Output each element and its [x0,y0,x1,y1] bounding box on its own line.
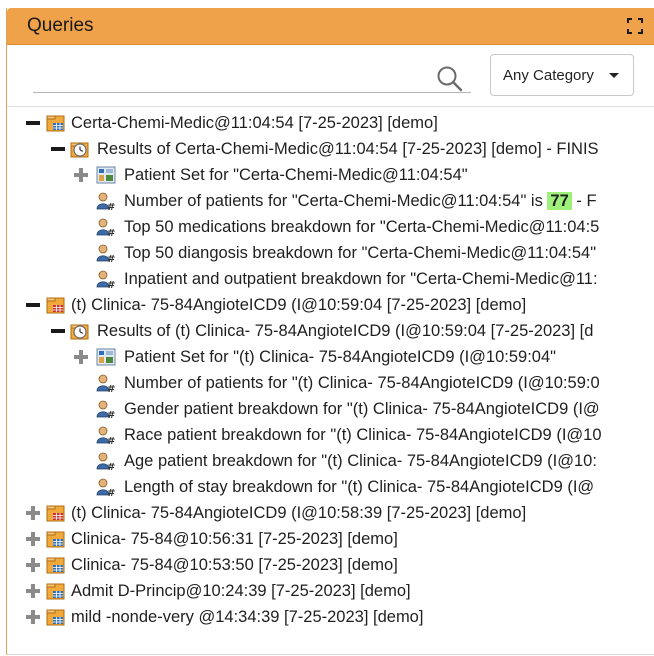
results-clock-icon [70,139,90,159]
tree-node-label: Results of Certa-Chemi-Medic@11:04:54 [7… [97,140,599,158]
panel-header: Queries [7,8,654,45]
query-folder-icon [46,607,66,627]
patient-breakdown-icon [96,451,116,471]
expand-node-icon[interactable] [26,610,40,624]
tree-node-label: Inpatient and outpatient breakdown for "… [124,270,598,288]
expand-node-icon[interactable] [26,584,40,598]
patient-breakdown-icon [96,269,116,289]
expand-node-icon[interactable] [26,506,40,520]
tree-node-label: Clinica- 75-84@10:56:31 [7-25-2023] [dem… [71,530,398,548]
tree-node-label: Patient Set for "(t) Clinica- 75-84Angio… [124,348,557,366]
patient-breakdown-icon [96,373,116,393]
tree-node-label: Top 50 diangosis breakdown for "Certa-Ch… [124,244,597,262]
tree-node-label: Clinica- 75-84@10:53:50 [7-25-2023] [dem… [71,556,398,574]
tree-node-label: (t) Clinica- 75-84AngioteICD9 (I@10:58:3… [71,504,527,522]
tree-node-label: Race patient breakdown for "(t) Clinica-… [124,426,602,444]
collapse-icon[interactable] [51,142,65,156]
collapse-icon[interactable] [26,116,40,130]
tree-node-label: Number of patients for "(t) Clinica- 75-… [124,374,600,392]
patient-set-icon [96,165,116,185]
tree-node-label: Age patient breakdown for "(t) Clinica- … [124,452,597,470]
tree-node-label: Certa-Chemi-Medic@11:04:54 [7-25-2023] [… [71,114,438,132]
label-prefix: Number of patients for "Certa-Chemi-Medi… [124,192,548,210]
search-input[interactable] [33,64,471,93]
query-folder-icon [46,555,66,575]
label-suffix: - F [571,192,597,210]
tree-node-label: Patient Set for "Certa-Chemi-Medic@11:04… [124,166,468,184]
tree-node-label: Gender patient breakdown for "(t) Clinic… [124,400,600,418]
patient-breakdown-icon [96,217,116,237]
collapse-icon[interactable] [26,298,40,312]
tree-node-label: Top 50 medications breakdown for "Certa-… [124,218,600,236]
caret-down-icon [609,73,619,78]
tree-node-label: Results of (t) Clinica- 75-84AngioteICD9… [97,322,594,340]
search-icon[interactable] [435,64,465,94]
tree-node-label: mild -nonde-very @14:34:39 [7-25-2023] [… [71,608,424,626]
query-folder-icon [46,581,66,601]
patient-breakdown-icon [96,477,116,497]
expand-node-icon[interactable] [74,168,88,182]
queries-panel: Queries Any Category Certa-Chemi-Medic@1… [6,8,654,655]
expand-node-icon[interactable] [26,558,40,572]
divider [7,106,654,107]
patient-breakdown-icon [96,191,116,211]
query-folder-icon [46,529,66,549]
patient-breakdown-icon [96,243,116,263]
tree-node-label: (t) Clinica- 75-84AngioteICD9 (I@10:59:0… [71,296,527,314]
expand-node-icon[interactable] [74,350,88,364]
category-selected-label: Any Category [503,67,594,84]
patient-set-icon [96,347,116,367]
tree-node-label: Length of stay breakdown for "(t) Clinic… [124,478,595,496]
patient-breakdown-icon [96,425,116,445]
category-dropdown[interactable]: Any Category [490,54,634,96]
collapse-icon[interactable] [51,324,65,338]
patient-breakdown-icon [96,399,116,419]
tree-node-label: Admit D-Princip@10:24:39 [7-25-2023] [de… [71,582,411,600]
expand-icon[interactable] [627,18,643,34]
expand-node-icon[interactable] [26,532,40,546]
panel-title: Queries [27,15,94,36]
patient-count-badge: 77 [547,192,572,210]
search-bar: Any Category [7,44,654,106]
shared-query-folder-icon [46,503,66,523]
query-folder-icon [46,113,66,133]
tree-node-label: Number of patients for "Certa-Chemi-Medi… [124,192,597,211]
results-clock-icon [70,321,90,341]
shared-query-folder-icon [46,295,66,315]
